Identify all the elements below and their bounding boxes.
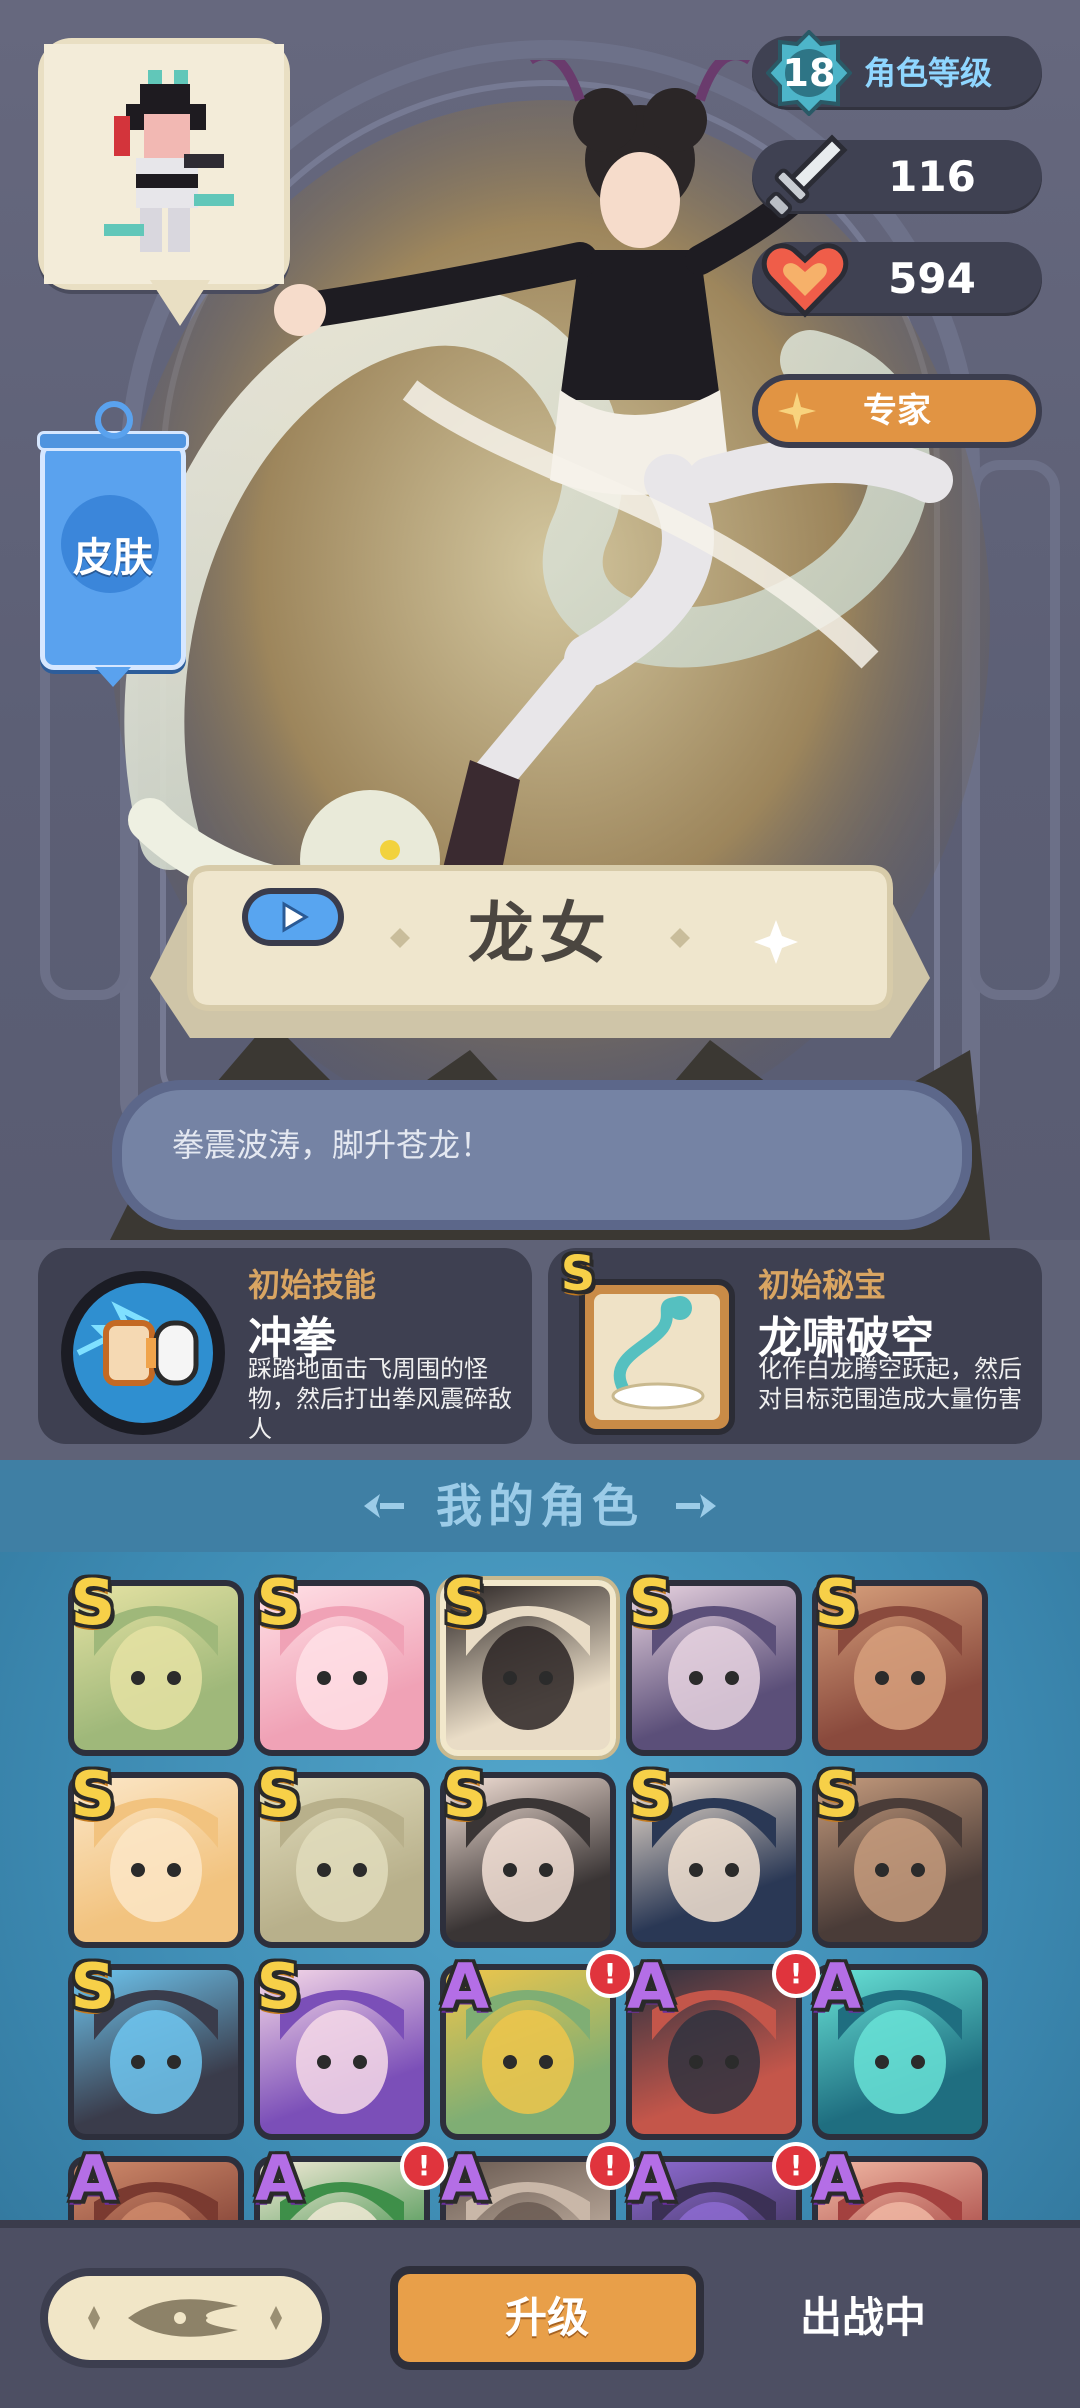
banner-hook-icon (95, 401, 133, 439)
alert-icon: ! (586, 1950, 634, 1998)
upgrade-label: 升级 (504, 2293, 589, 2342)
initial-skill-card[interactable]: 初始技能 冲拳 踩踏地面击飞周围的怪物，然后打出拳风震碎敌人 (38, 1248, 532, 1444)
rank-badge: A (441, 1950, 489, 2023)
alert-icon: ! (586, 2142, 634, 2190)
alert-icon: ! (772, 2142, 820, 2190)
rank-label: 专家 (863, 391, 931, 431)
health-value: 594 (888, 254, 976, 303)
level-label: 角色等级 (864, 54, 993, 92)
skin-button[interactable]: 皮肤 (37, 401, 189, 687)
skill-tag: 初始技能 (248, 1266, 377, 1304)
rank-badge: S (70, 1950, 116, 2023)
rank-badge: A (255, 2142, 303, 2215)
character-portrait[interactable] (38, 38, 290, 290)
rank-badge: S (442, 1758, 488, 1831)
rank-badge: S (628, 1566, 674, 1639)
name-banner: 龙女 (150, 858, 930, 1052)
alert-icon: ! (772, 1950, 820, 1998)
skin-label: 皮肤 (73, 535, 153, 581)
banner-tip (95, 667, 131, 687)
upgrade-button[interactable]: 升级 (390, 2266, 704, 2370)
ornament-filter-icon (88, 2299, 282, 2337)
hero-section: 皮肤 18 角色等级 116 594 专家 龙女 拳震波涛，脚升苍龙！ (0, 0, 1080, 1240)
treasure-grade-badge: S (560, 1246, 596, 1302)
right-flourish-icon (676, 1494, 716, 1518)
level-pill: 18 角色等级 (752, 30, 1042, 116)
treasure-description: 化作白龙腾空跃起，然后对目标范围造成大量伤害 (758, 1355, 1022, 1413)
treasure-tag: 初始秘宝 (758, 1266, 887, 1304)
roster-grid: S S S S S S S S S S S S A A! A! A A A! A! A! (0, 1552, 1080, 2220)
rank-badge: S (442, 1566, 488, 1639)
filter-button[interactable] (40, 2268, 330, 2368)
pixel-avatar-icon (44, 44, 284, 284)
health-pill: 594 (752, 242, 1042, 318)
rank-badge: S (256, 1758, 302, 1831)
character-quote: 拳震波涛，脚升苍龙！ (172, 1126, 493, 1164)
rank-button[interactable]: 专家 (752, 374, 1042, 448)
initial-treasure-card[interactable]: S 初始秘宝 龙啸破空 化作白龙腾空跃起，然后对目标范围造成大量伤害 (548, 1246, 1042, 1444)
bottom-bar: 升级 出战中 (0, 2220, 1080, 2408)
roster-title: 我的角色 (436, 1479, 644, 1533)
roster-header: 我的角色 (0, 1460, 1080, 1552)
rank-badge: S (256, 1566, 302, 1639)
quote-box: 拳震波涛，脚升苍龙！ (112, 1080, 972, 1230)
attack-pill: 116 (752, 134, 1042, 219)
rank-badge: S (814, 1566, 860, 1639)
skill-description: 踩踏地面击飞周围的怪物，然后打出拳风震碎敌人 (248, 1355, 512, 1443)
rank-badge: S (256, 1950, 302, 2023)
deploy-status[interactable]: 出战中 (800, 2266, 926, 2370)
rank-badge: S (814, 1758, 860, 1831)
punch-skill-icon (61, 1271, 225, 1435)
rank-badge: A (69, 2142, 117, 2215)
rank-badge: S (70, 1566, 116, 1639)
character-name: 龙女 (468, 895, 612, 972)
level-number: 18 (782, 51, 836, 95)
portrait-pointer (150, 280, 210, 326)
alert-icon: ! (400, 2142, 448, 2190)
rank-badge: S (628, 1758, 674, 1831)
attack-value: 116 (888, 152, 976, 201)
rank-badge: S (70, 1758, 116, 1831)
